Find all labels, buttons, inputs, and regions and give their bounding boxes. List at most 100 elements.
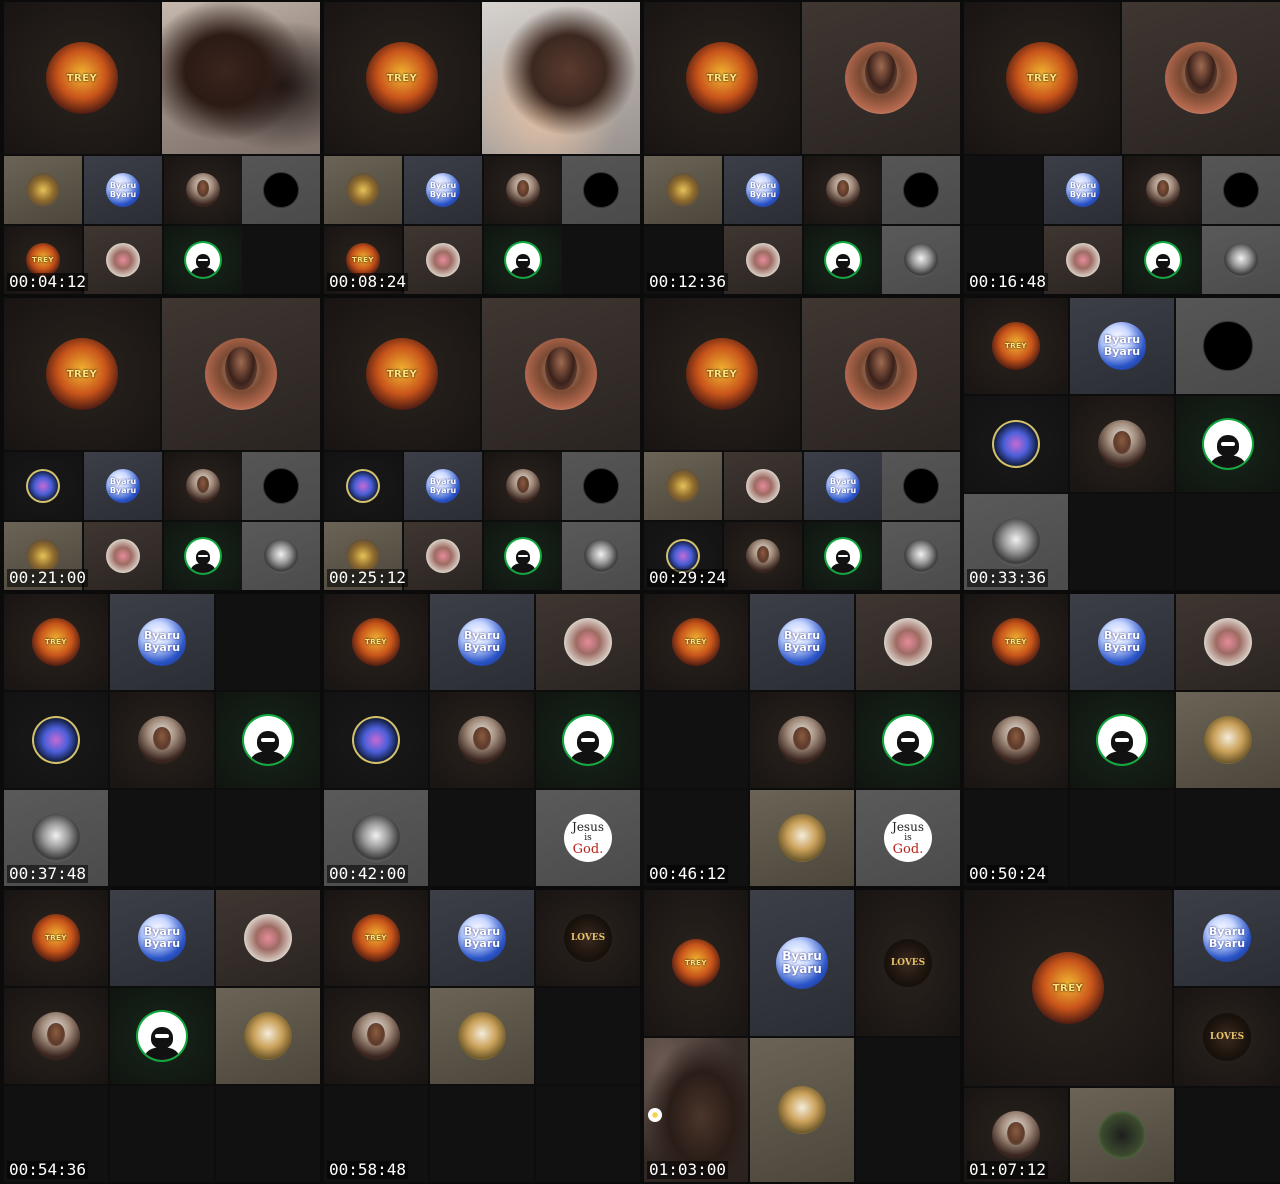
participant-tile[interactable]: LOVES [856, 890, 960, 1036]
video-frame-14[interactable]: TREY Byaru Byaru LOVES 00:58:48 [324, 890, 640, 1182]
participant-tile[interactable] [324, 988, 428, 1084]
participant-tile[interactable] [562, 452, 640, 520]
participant-tile[interactable]: Byaru Byaru [1174, 890, 1280, 986]
participant-tile[interactable] [804, 156, 882, 224]
participant-tile[interactable] [802, 2, 960, 154]
participant-tile[interactable] [404, 226, 482, 294]
participant-tile[interactable]: TREY [964, 890, 1172, 1086]
participant-tile[interactable] [1044, 226, 1122, 294]
participant-tile[interactable]: Byaru Byaru [84, 156, 162, 224]
video-frame-4[interactable]: TREY Byaru Byaru 00:16:48 [964, 2, 1280, 294]
participant-tile[interactable]: Byaru Byaru [404, 452, 482, 520]
video-frame-7[interactable]: TREY Byaru Byaru 00:29:24 [644, 298, 960, 590]
participant-tile[interactable] [164, 452, 242, 520]
participant-tile[interactable] [562, 522, 640, 590]
participant-tile[interactable] [84, 522, 162, 590]
participant-tile[interactable] [242, 522, 320, 590]
video-frame-11[interactable]: TREY Byaru Byaru Jesus is God. 00:46:12 [644, 594, 960, 886]
participant-tile[interactable] [562, 156, 640, 224]
participant-tile[interactable] [1124, 226, 1202, 294]
participant-tile[interactable] [216, 890, 320, 986]
participant-tile[interactable]: Byaru Byaru [430, 594, 534, 690]
participant-tile[interactable]: TREY [4, 890, 108, 986]
empty-tile[interactable] [964, 156, 1042, 224]
participant-tile[interactable]: Byaru Byaru [1070, 594, 1174, 690]
participant-tile[interactable] [404, 522, 482, 590]
empty-tile[interactable] [216, 790, 320, 886]
empty-tile[interactable] [430, 1086, 534, 1182]
participant-tile[interactable] [430, 692, 534, 788]
participant-tile[interactable]: TREY [644, 298, 800, 450]
participant-tile[interactable] [482, 298, 640, 450]
participant-tile[interactable] [216, 692, 320, 788]
empty-tile[interactable] [110, 1086, 214, 1182]
empty-tile[interactable] [1070, 790, 1174, 886]
participant-tile[interactable]: TREY [324, 298, 480, 450]
participant-tile[interactable]: TREY [324, 2, 480, 154]
participant-tile[interactable] [804, 522, 882, 590]
video-frame-9[interactable]: TREY Byaru Byaru 00:37:48 [4, 594, 320, 886]
video-frame-13[interactable]: TREY Byaru Byaru 00:54:36 [4, 890, 320, 1182]
participant-tile[interactable]: LOVES [536, 890, 640, 986]
participant-tile[interactable]: TREY [644, 890, 748, 1036]
participant-tile[interactable] [750, 692, 854, 788]
empty-tile[interactable] [644, 692, 748, 788]
empty-tile[interactable] [1070, 494, 1174, 590]
participant-tile[interactable] [484, 156, 562, 224]
participant-tile[interactable] [882, 226, 960, 294]
participant-tile[interactable] [1176, 594, 1280, 690]
participant-tile[interactable] [724, 452, 802, 520]
participant-tile[interactable] [750, 1038, 854, 1182]
video-frame-10[interactable]: TREY Byaru Byaru Jesus is God. 00:42:00 [324, 594, 640, 886]
participant-tile[interactable] [164, 156, 242, 224]
participant-tile[interactable] [882, 452, 960, 520]
participant-tile[interactable] [1202, 226, 1280, 294]
participant-tile[interactable]: Byaru Byaru [110, 594, 214, 690]
participant-tile[interactable] [324, 156, 402, 224]
video-frame-15[interactable]: TREY Byaru Byaru LOVES 01:03:00 [644, 890, 960, 1182]
participant-tile[interactable] [536, 594, 640, 690]
empty-tile[interactable] [1176, 790, 1280, 886]
participant-tile[interactable]: TREY [644, 594, 748, 690]
participant-tile[interactable] [1070, 396, 1174, 492]
participant-tile[interactable] [484, 522, 562, 590]
participant-tile[interactable] [882, 156, 960, 224]
video-frame-8[interactable]: TREY Byaru Byaru 00:33:36 [964, 298, 1280, 590]
empty-tile[interactable] [536, 1086, 640, 1182]
participant-tile[interactable]: Byaru Byaru [404, 156, 482, 224]
empty-tile[interactable] [242, 226, 320, 294]
video-frame-5[interactable]: TREY Byaru Byaru 00:21:00 [4, 298, 320, 590]
participant-tile[interactable]: TREY [4, 2, 160, 154]
participant-tile[interactable]: Byaru Byaru [750, 594, 854, 690]
participant-tile[interactable] [802, 298, 960, 450]
participant-tile[interactable] [4, 692, 108, 788]
participant-tile[interactable]: Jesus is God. [536, 790, 640, 886]
participant-tile[interactable]: LOVES [1174, 988, 1280, 1086]
participant-tile[interactable] [856, 594, 960, 690]
participant-tile[interactable]: TREY [4, 298, 160, 450]
participant-tile[interactable]: TREY [964, 298, 1068, 394]
participant-tile[interactable]: TREY [964, 2, 1120, 154]
participant-tile[interactable] [84, 226, 162, 294]
participant-tile[interactable] [724, 522, 802, 590]
participant-tile[interactable] [324, 692, 428, 788]
video-frame-12[interactable]: TREY Byaru Byaru 00:50:24 [964, 594, 1280, 886]
participant-tile[interactable]: Jesus is God. [856, 790, 960, 886]
participant-tile[interactable] [750, 790, 854, 886]
participant-tile[interactable] [724, 226, 802, 294]
participant-tile[interactable] [162, 298, 320, 450]
camera-video-tile[interactable] [162, 2, 320, 154]
empty-tile[interactable] [216, 594, 320, 690]
participant-tile[interactable]: Byaru Byaru [1070, 298, 1174, 394]
empty-tile[interactable] [1176, 1088, 1280, 1182]
participant-tile[interactable] [164, 522, 242, 590]
participant-tile[interactable] [1202, 156, 1280, 224]
empty-tile[interactable] [1176, 494, 1280, 590]
participant-tile[interactable] [964, 396, 1068, 492]
participant-tile[interactable] [536, 692, 640, 788]
participant-tile[interactable] [110, 988, 214, 1084]
participant-tile[interactable]: Byaru Byaru [84, 452, 162, 520]
empty-tile[interactable] [216, 1086, 320, 1182]
participant-tile[interactable] [1124, 156, 1202, 224]
participant-tile[interactable]: Byaru Byaru [804, 452, 882, 520]
